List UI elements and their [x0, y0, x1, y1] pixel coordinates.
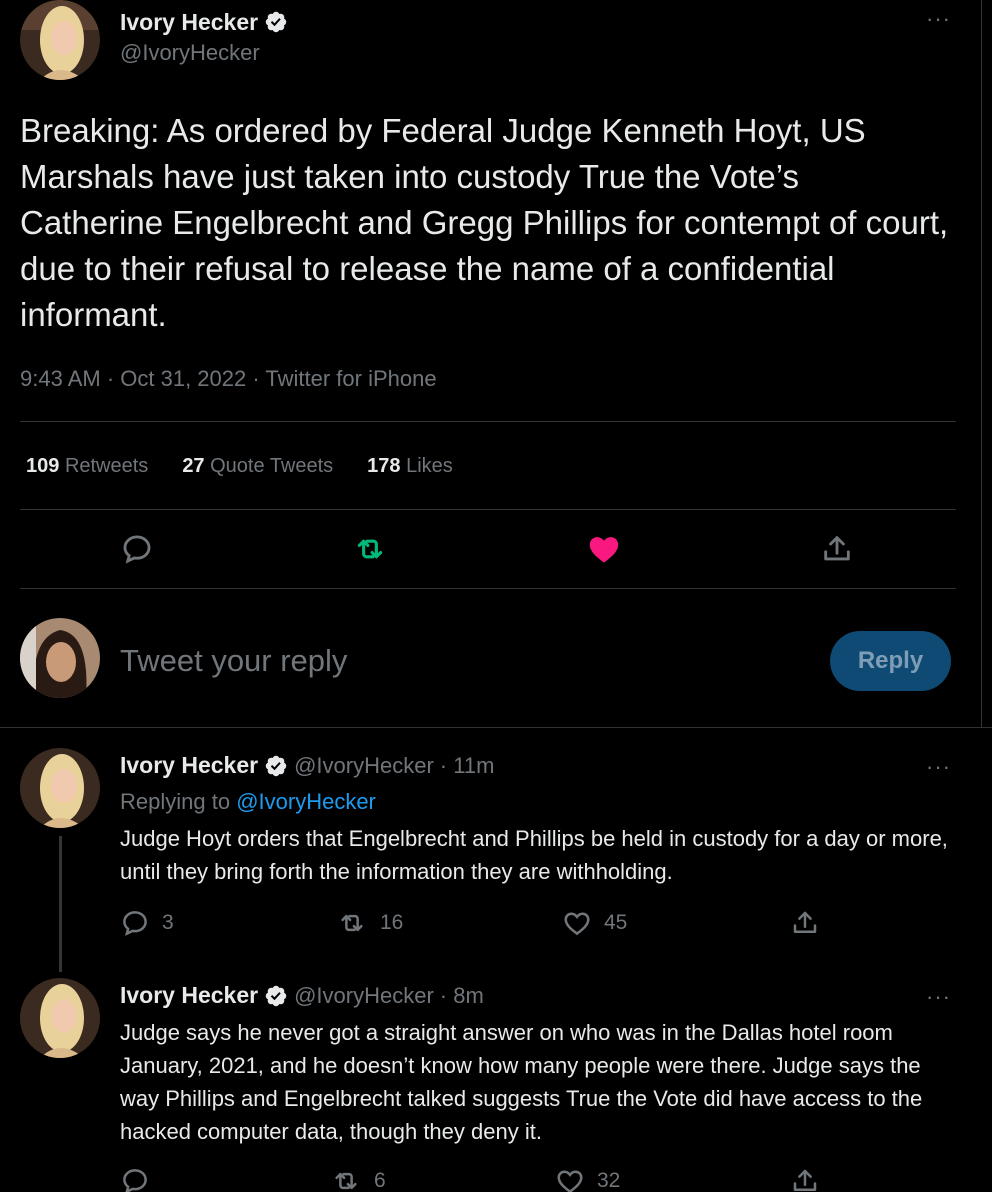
like-action[interactable]: 45	[562, 908, 627, 938]
reply-action[interactable]	[120, 532, 154, 566]
reply-text: Judge says he never got a straight answe…	[120, 1020, 923, 1144]
retweet-icon	[357, 539, 383, 559]
share-icon	[793, 911, 817, 933]
reply-author-name[interactable]: Ivory Hecker	[120, 982, 258, 1009]
verified-badge-icon	[264, 754, 288, 778]
author-handle[interactable]: @IvoryHecker	[120, 40, 288, 66]
reply-icon	[123, 535, 151, 564]
verified-badge-icon	[264, 10, 288, 34]
retweet-action[interactable]: 6	[330, 1166, 386, 1192]
section-divider	[0, 727, 992, 728]
divider	[20, 588, 956, 589]
share-icon	[824, 536, 850, 561]
share-action[interactable]	[790, 1166, 820, 1192]
reply-button[interactable]: Reply	[830, 631, 951, 691]
retweets-stat[interactable]: 109 Retweets	[26, 455, 148, 478]
verified-badge-icon	[264, 984, 288, 1008]
more-options-icon[interactable]: ···	[926, 756, 951, 778]
reply-text: Judge Hoyt orders that Engelbrecht and P…	[120, 826, 948, 884]
share-icon	[793, 1169, 817, 1191]
like-action[interactable]: 32	[555, 1166, 620, 1192]
more-options-icon[interactable]: ···	[926, 8, 951, 30]
reply-time[interactable]: · 8m	[440, 983, 484, 1009]
reply-time[interactable]: · 11m	[440, 753, 495, 779]
quote-tweets-stat[interactable]: 27 Quote Tweets	[182, 455, 333, 478]
retweet-count: 6	[374, 1169, 386, 1192]
reply-header: Ivory Hecker @IvoryHecker · 11m	[120, 752, 494, 779]
divider	[20, 421, 956, 422]
author-header: Ivory Hecker @IvoryHecker	[120, 8, 288, 66]
likes-stat[interactable]: 178 Likes	[367, 455, 453, 478]
replying-to-link[interactable]: @IvoryHecker	[236, 789, 376, 814]
engagement-stats: 109 Retweets 27 Quote Tweets 178 Likes	[26, 455, 453, 478]
reply-icon	[123, 911, 147, 936]
tweet-text: Breaking: As ordered by Federal Judge Ke…	[20, 112, 949, 333]
more-options-icon[interactable]: ···	[926, 986, 951, 1008]
retweet-icon	[341, 914, 363, 932]
like-action[interactable]	[586, 532, 622, 566]
reply-author-handle[interactable]: @IvoryHecker	[294, 983, 434, 1009]
reply-author-avatar[interactable]	[20, 978, 100, 1058]
heart-icon	[564, 912, 590, 936]
share-action[interactable]	[790, 908, 820, 938]
reply-header: Ivory Hecker @IvoryHecker · 8m	[120, 982, 484, 1009]
retweet-count: 16	[380, 911, 404, 934]
like-count: 45	[604, 911, 628, 934]
heart-filled-icon	[589, 537, 619, 563]
reply-action[interactable]	[120, 1166, 162, 1192]
retweet-icon	[335, 1172, 357, 1190]
replying-to: Replying to @IvoryHecker	[120, 789, 376, 814]
like-count: 32	[597, 1169, 621, 1192]
author-avatar[interactable]	[20, 0, 100, 80]
reply-author-avatar[interactable]	[20, 748, 100, 828]
share-action[interactable]	[820, 532, 854, 566]
retweet-action[interactable]	[352, 532, 388, 566]
reply-author-handle[interactable]: @IvoryHecker	[294, 753, 434, 779]
tweet-timestamp[interactable]: 9:43 AM · Oct 31, 2022 · Twitter for iPh…	[20, 366, 437, 392]
reply-count: 3	[162, 911, 174, 934]
thread-line	[59, 836, 62, 972]
reply-action[interactable]: 3	[120, 908, 174, 938]
retweet-action[interactable]: 16	[336, 908, 403, 938]
right-edge-border	[981, 0, 982, 727]
reply-author-name[interactable]: Ivory Hecker	[120, 752, 258, 779]
reply-icon	[123, 1169, 147, 1192]
current-user-avatar[interactable]	[20, 618, 100, 698]
heart-icon	[557, 1170, 583, 1192]
reply-input[interactable]	[120, 638, 800, 684]
author-name[interactable]: Ivory Hecker	[120, 9, 258, 36]
divider	[20, 509, 956, 510]
